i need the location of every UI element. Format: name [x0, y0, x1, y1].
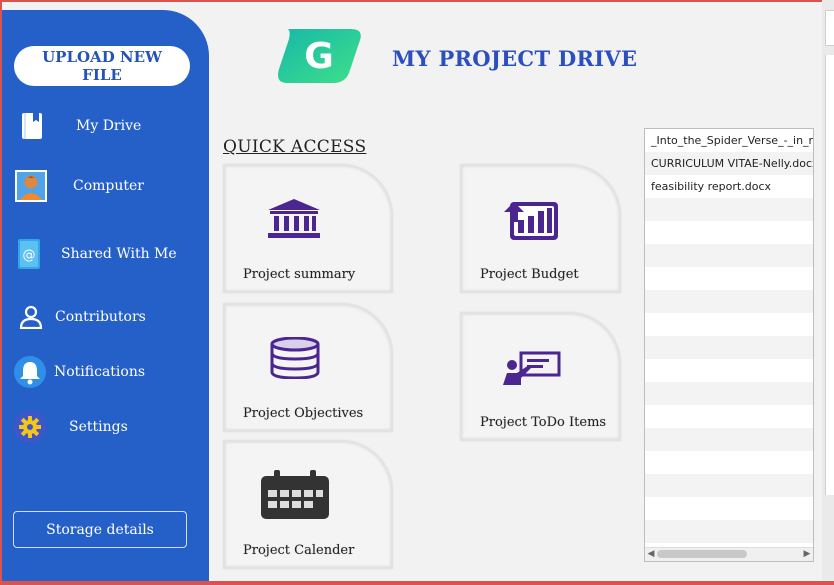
gear-icon [14, 411, 46, 443]
card-label: Project Calender [243, 543, 355, 558]
empty-row [645, 382, 813, 405]
empty-row [645, 221, 813, 244]
window-border-bottom [0, 581, 834, 585]
empty-row [645, 290, 813, 313]
sidebar-item-label: Notifications [54, 364, 146, 380]
edge-panel [825, 10, 834, 46]
sidebar-item-settings[interactable]: Settings [2, 405, 209, 449]
sidebar-item-notifications[interactable]: Notifications [2, 350, 209, 394]
user-icon [19, 305, 43, 329]
file-item[interactable]: _Into_the_Spider_Verse_-_in_re [645, 129, 813, 152]
card-project-calender[interactable]: Project Calender [223, 440, 393, 569]
empty-row [645, 198, 813, 221]
sidebar-item-label: Computer [73, 178, 144, 194]
bank-icon [268, 199, 320, 239]
card-project-todo-items[interactable]: Project ToDo Items [460, 312, 621, 441]
empty-row [645, 313, 813, 336]
svg-text:@: @ [23, 248, 36, 263]
book-icon [20, 113, 44, 139]
empty-row [645, 336, 813, 359]
app-title: MY PROJECT DRIVE [392, 46, 638, 71]
empty-row [645, 451, 813, 474]
empty-row [645, 359, 813, 382]
bar-chart-icon [504, 198, 560, 242]
upload-new-file-button[interactable]: UPLOAD NEW FILE [14, 46, 190, 86]
sidebar-item-contributors[interactable]: Contributors [2, 295, 209, 339]
sidebar-item-computer[interactable]: Computer [2, 164, 209, 208]
sidebar-item-shared-with-me[interactable]: @ Shared With Me [2, 232, 209, 276]
empty-row [645, 428, 813, 451]
presentation-icon [503, 351, 561, 387]
file-item[interactable]: feasibility report.docx [645, 175, 813, 198]
contact-book-icon: @ [18, 239, 40, 269]
card-label: Project ToDo Items [480, 415, 607, 430]
bell-icon [14, 356, 46, 388]
quick-access-heading: QUICK ACCESS [223, 137, 367, 157]
card-project-objectives[interactable]: Project Objectives [223, 303, 393, 432]
scroll-right-icon[interactable]: ▶ [801, 548, 813, 561]
empty-row [645, 497, 813, 520]
empty-row [645, 520, 813, 543]
adjacent-window-edge [822, 0, 834, 580]
sidebar-item-label: My Drive [76, 118, 142, 134]
logo-letter: G [304, 35, 334, 77]
sidebar-item-my-drive[interactable]: My Drive [2, 104, 209, 148]
calendar-icon [260, 470, 330, 520]
person-avatar-icon [15, 170, 47, 202]
sidebar-item-label: Contributors [55, 309, 146, 325]
empty-row [645, 244, 813, 267]
file-item[interactable]: CURRICULUM VITAE-Nelly.docx [645, 152, 813, 175]
horizontal-scrollbar[interactable]: ◀ ▶ [645, 547, 813, 561]
sidebar: UPLOAD NEW FILE My Drive Computer @ Shar… [2, 10, 209, 581]
card-label: Project summary [243, 267, 356, 282]
empty-row [645, 267, 813, 290]
card-label: Project Budget [480, 267, 579, 282]
card-project-summary[interactable]: Project summary [223, 164, 393, 293]
window-border-top [0, 0, 834, 2]
storage-details-button[interactable]: Storage details [13, 511, 187, 548]
app-logo: G [273, 25, 365, 87]
recent-files-list[interactable]: _Into_the_Spider_Verse_-_in_re CURRICULU… [644, 128, 814, 562]
scroll-left-icon[interactable]: ◀ [645, 548, 657, 561]
database-icon [269, 337, 321, 379]
sidebar-item-label: Settings [69, 419, 128, 435]
card-project-budget[interactable]: Project Budget [460, 164, 621, 293]
empty-row [645, 474, 813, 497]
empty-row [645, 405, 813, 428]
card-label: Project Objectives [243, 406, 364, 421]
sidebar-item-label: Shared With Me [61, 246, 177, 262]
scrollbar-thumb[interactable] [657, 550, 747, 558]
edge-panel [825, 55, 834, 495]
